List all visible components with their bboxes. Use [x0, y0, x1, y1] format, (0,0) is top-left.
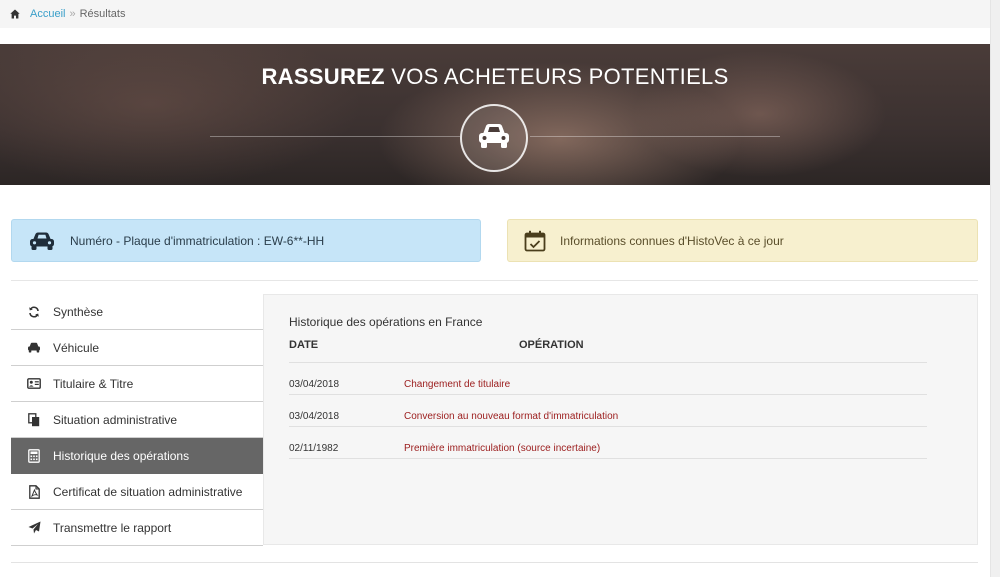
car-icon — [476, 122, 512, 155]
history-panel: Historique des opérations en France DATE… — [263, 294, 978, 545]
row-operation: Première immatriculation (source incerta… — [404, 443, 601, 454]
header-divider — [289, 362, 927, 363]
refresh-icon — [27, 305, 41, 319]
hero-title: RASSUREZ VOS ACHETEURS POTENTIELS — [261, 64, 729, 89]
hero-divider-right — [530, 136, 780, 137]
documents-icon — [27, 412, 41, 427]
row-date: 03/04/2018 — [289, 379, 340, 390]
sidebar-item-situation[interactable]: Situation administrative — [11, 402, 263, 438]
row-divider — [289, 426, 927, 427]
row-date: 03/04/2018 — [289, 411, 340, 422]
sidebar-item-titulaire[interactable]: Titulaire & Titre — [11, 366, 263, 402]
column-header-date: DATE — [289, 339, 319, 351]
sidebar-item-vehicule[interactable]: Véhicule — [11, 330, 263, 366]
histovec-info-label: Informations connues d'HistoVec à ce jou… — [560, 233, 784, 248]
sidebar-item-synthese[interactable]: Synthèse — [11, 294, 263, 330]
sidebar-item-label: Transmettre le rapport — [53, 520, 172, 535]
hero-car-badge — [460, 104, 528, 172]
send-icon — [27, 521, 41, 535]
histovec-info-box: Informations connues d'HistoVec à ce jou… — [507, 219, 978, 262]
section-divider — [11, 280, 978, 281]
column-header-operation: OPÉRATION — [519, 339, 584, 351]
id-card-icon — [27, 377, 41, 391]
row-operation: Changement de titulaire — [404, 379, 511, 390]
history-title: Historique des opérations en France — [289, 315, 483, 329]
calculator-icon — [27, 448, 41, 463]
home-icon[interactable] — [10, 9, 20, 19]
footer-divider — [11, 562, 978, 563]
plate-label: Numéro - Plaque d'immatriculation : EW-6… — [70, 233, 325, 248]
sidebar-item-label: Certificat de situation administrative — [53, 484, 243, 499]
breadcrumb-separator: » — [69, 8, 76, 20]
row-divider — [289, 458, 927, 459]
row-date: 02/11/1982 — [289, 443, 339, 454]
sidebar-item-label: Synthèse — [53, 304, 104, 319]
plate-info-box: Numéro - Plaque d'immatriculation : EW-6… — [11, 219, 481, 262]
sidebar-item-label: Titulaire & Titre — [53, 376, 134, 391]
breadcrumb-home-link[interactable]: Accueil — [30, 8, 65, 20]
pdf-file-icon — [27, 484, 41, 499]
sidebar-item-certificat[interactable]: Certificat de situation administrative — [11, 474, 263, 510]
row-divider — [289, 394, 927, 395]
breadcrumb: Accueil » Résultats — [0, 0, 990, 28]
sidebar-item-historique[interactable]: Historique des opérations — [11, 438, 263, 474]
sidebar-item-transmettre[interactable]: Transmettre le rapport — [11, 510, 263, 546]
sidebar-item-label: Véhicule — [53, 340, 100, 355]
page-scrollbar[interactable] — [990, 0, 1000, 577]
hero-banner: RASSUREZ VOS ACHETEURS POTENTIELS — [0, 44, 990, 185]
sidebar-nav: Synthèse Véhicule Titulaire & Titre Situ… — [11, 294, 263, 546]
calendar-check-icon — [524, 230, 546, 252]
sidebar-item-label: Situation administrative — [53, 412, 178, 427]
breadcrumb-current: Résultats — [79, 8, 126, 20]
car-icon — [28, 231, 56, 251]
hero-divider-left — [210, 136, 460, 137]
car-icon — [27, 341, 41, 355]
sidebar-item-label: Historique des opérations — [53, 448, 190, 463]
row-operation: Conversion au nouveau format d'immatricu… — [404, 411, 619, 422]
